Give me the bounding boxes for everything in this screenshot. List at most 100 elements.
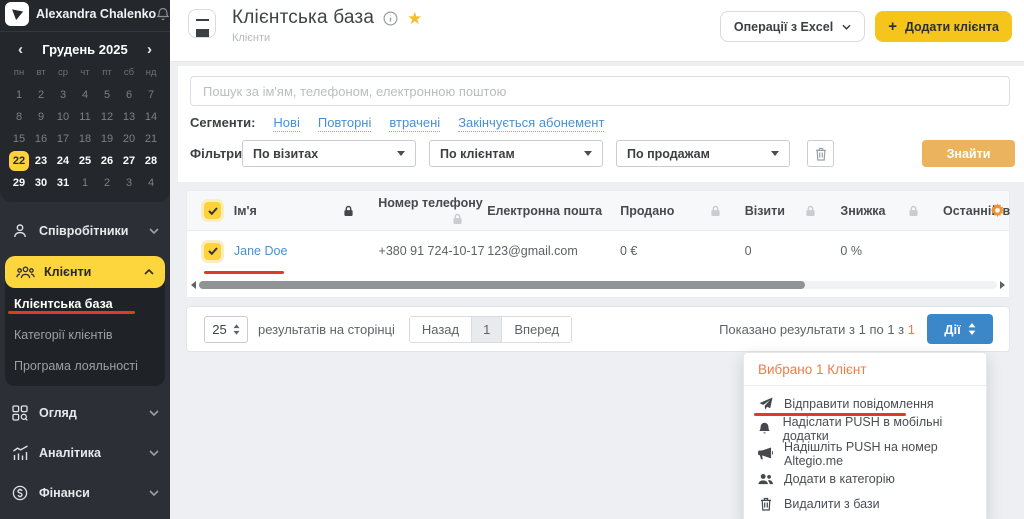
calendar-day[interactable]: 2 (96, 172, 118, 194)
column-header[interactable]: Ім'я (234, 191, 378, 230)
calendar-next-icon[interactable]: › (147, 42, 152, 57)
find-button[interactable]: Знайти (922, 140, 1015, 167)
calendar-day[interactable]: 29 (8, 172, 30, 194)
scrollbar-thumb[interactable] (199, 281, 805, 289)
info-icon[interactable] (383, 11, 398, 26)
next-page-button[interactable]: Вперед (501, 317, 571, 342)
dropdown-item[interactable]: Видалити з бази (744, 491, 986, 516)
calendar-day[interactable]: 16 (30, 128, 52, 150)
sidebar-item-analytics[interactable]: Аналітика (11, 438, 159, 468)
dropdown-item[interactable]: Надіслати PUSH в мобільні додатки (744, 416, 986, 441)
calendar-day[interactable]: 27 (118, 150, 140, 172)
calendar-day[interactable]: 28 (140, 150, 162, 172)
calendar-day[interactable]: 4 (74, 84, 96, 106)
lock-icon (805, 205, 816, 217)
column-header[interactable]: Продано (620, 191, 745, 230)
calendar-day[interactable]: 10 (52, 106, 74, 128)
submenu-item[interactable]: Програма лояльності (5, 350, 165, 381)
calendar-day[interactable]: 14 (140, 106, 162, 128)
calendar-day[interactable]: 15 (8, 128, 30, 150)
select-all-checkbox[interactable] (204, 202, 221, 219)
menu-button[interactable] (188, 9, 216, 38)
chevron-up-icon (144, 269, 154, 275)
filter-select[interactable]: По візитах (242, 140, 416, 167)
row-checkbox[interactable] (204, 243, 221, 260)
scrollbar-track[interactable] (199, 281, 997, 289)
calendar-day[interactable]: 18 (74, 128, 96, 150)
calendar-day[interactable]: 11 (74, 106, 96, 128)
dropdown-item[interactable]: Відправити повідомлення (744, 391, 986, 416)
excel-operations-button[interactable]: Операції з Excel (720, 11, 865, 42)
page-size-select[interactable]: 25 (204, 316, 248, 343)
calendar-day-selected[interactable]: 22 (8, 150, 30, 172)
submenu-item[interactable]: Клієнтська база (5, 288, 165, 319)
calendar-day[interactable]: 26 (96, 150, 118, 172)
calendar-day[interactable]: 1 (74, 172, 96, 194)
sidebar-item-finance[interactable]: Фінанси (11, 478, 159, 508)
dropdown-item[interactable]: Надішліть PUSH на номер Altegio.me (744, 441, 986, 466)
calendar-day[interactable]: 24 (52, 150, 74, 172)
calendar-day[interactable]: 4 (140, 172, 162, 194)
actions-button[interactable]: Дії (927, 314, 993, 344)
add-client-button[interactable]: + Додати клієнта (875, 11, 1012, 42)
column-header[interactable]: Електронна пошта (487, 191, 620, 230)
search-input[interactable] (190, 76, 1010, 106)
calendar-day[interactable]: 7 (140, 84, 162, 106)
segment-link[interactable]: втрачені (389, 115, 440, 132)
filter-select[interactable]: По продажам (616, 140, 790, 167)
favorite-star-icon[interactable]: ★ (407, 10, 422, 27)
scroll-left-icon[interactable] (191, 281, 196, 289)
segment-link[interactable]: Нові (273, 115, 299, 132)
scroll-right-icon[interactable] (1000, 281, 1005, 289)
calendar-day[interactable]: 25 (74, 150, 96, 172)
row-select-cell[interactable] (187, 243, 234, 260)
current-page[interactable]: 1 (471, 317, 501, 342)
segment-link[interactable]: Повторні (318, 115, 372, 132)
client-name-link[interactable]: Jane Doe (234, 244, 379, 258)
calendar-day[interactable]: 20 (118, 128, 140, 150)
calendar-day[interactable]: 9 (30, 106, 52, 128)
clients-submenu: Клієнтська базаКатегорії клієнтівПрограм… (5, 288, 165, 381)
filter-select[interactable]: По клієнтам (429, 140, 603, 167)
calendar-day[interactable]: 3 (118, 172, 140, 194)
sidebar-item-label: Огляд (39, 406, 77, 420)
column-header[interactable]: Візити (745, 191, 841, 230)
calendar-day[interactable]: 17 (52, 128, 74, 150)
sidebar-item-clients[interactable]: Клієнти (5, 256, 165, 288)
calendar-day[interactable]: 13 (118, 106, 140, 128)
user-menu[interactable]: Alexandra Chalenko (0, 0, 170, 32)
calendar-day[interactable]: 12 (96, 106, 118, 128)
table-row[interactable]: Jane Doe+380 91 724-10-17123@gmail.com0 … (187, 231, 1009, 271)
column-label: Номер телефону (378, 195, 483, 211)
dropdown-item-label: Додати в категорію (784, 472, 895, 486)
calendar-day[interactable]: 8 (8, 106, 30, 128)
notifications-bell-icon[interactable] (156, 7, 170, 22)
column-header[interactable]: Номер телефону (378, 191, 487, 230)
calendar-day[interactable]: 31 (52, 172, 74, 194)
dropdown-item-label: Надіслати PUSH в мобільні додатки (783, 415, 972, 443)
column-label: Візити (745, 191, 785, 231)
sidebar-item-employees[interactable]: Співробітники (11, 216, 159, 246)
segment-link[interactable]: Закінчується абонемент (458, 115, 604, 132)
segments-links: Нові Повторні втрачені Закінчується абонеме… (273, 115, 604, 132)
clear-filters-button[interactable] (807, 140, 834, 167)
calendar-day[interactable]: 6 (118, 84, 140, 106)
calendar-prev-icon[interactable]: ‹ (18, 42, 23, 57)
horizontal-scrollbar[interactable] (191, 279, 1005, 291)
sidebar-item-overview[interactable]: Огляд (11, 398, 159, 428)
calendar-day[interactable]: 23 (30, 150, 52, 172)
calendar-day[interactable]: 5 (96, 84, 118, 106)
table-settings-gear-icon[interactable] (990, 203, 1005, 218)
chevron-down-icon (842, 24, 851, 30)
calendar-day[interactable]: 21 (140, 128, 162, 150)
calendar-day[interactable]: 3 (52, 84, 74, 106)
grid-icon (11, 405, 29, 421)
column-header[interactable]: Знижка (840, 191, 943, 230)
submenu-item[interactable]: Категорії клієнтів (5, 319, 165, 350)
calendar-day[interactable]: 19 (96, 128, 118, 150)
prev-page-button[interactable]: Назад (410, 317, 471, 342)
calendar-day[interactable]: 30 (30, 172, 52, 194)
calendar-day[interactable]: 2 (30, 84, 52, 106)
calendar-day[interactable]: 1 (8, 84, 30, 106)
dropdown-item[interactable]: Додати в категорію (744, 466, 986, 491)
